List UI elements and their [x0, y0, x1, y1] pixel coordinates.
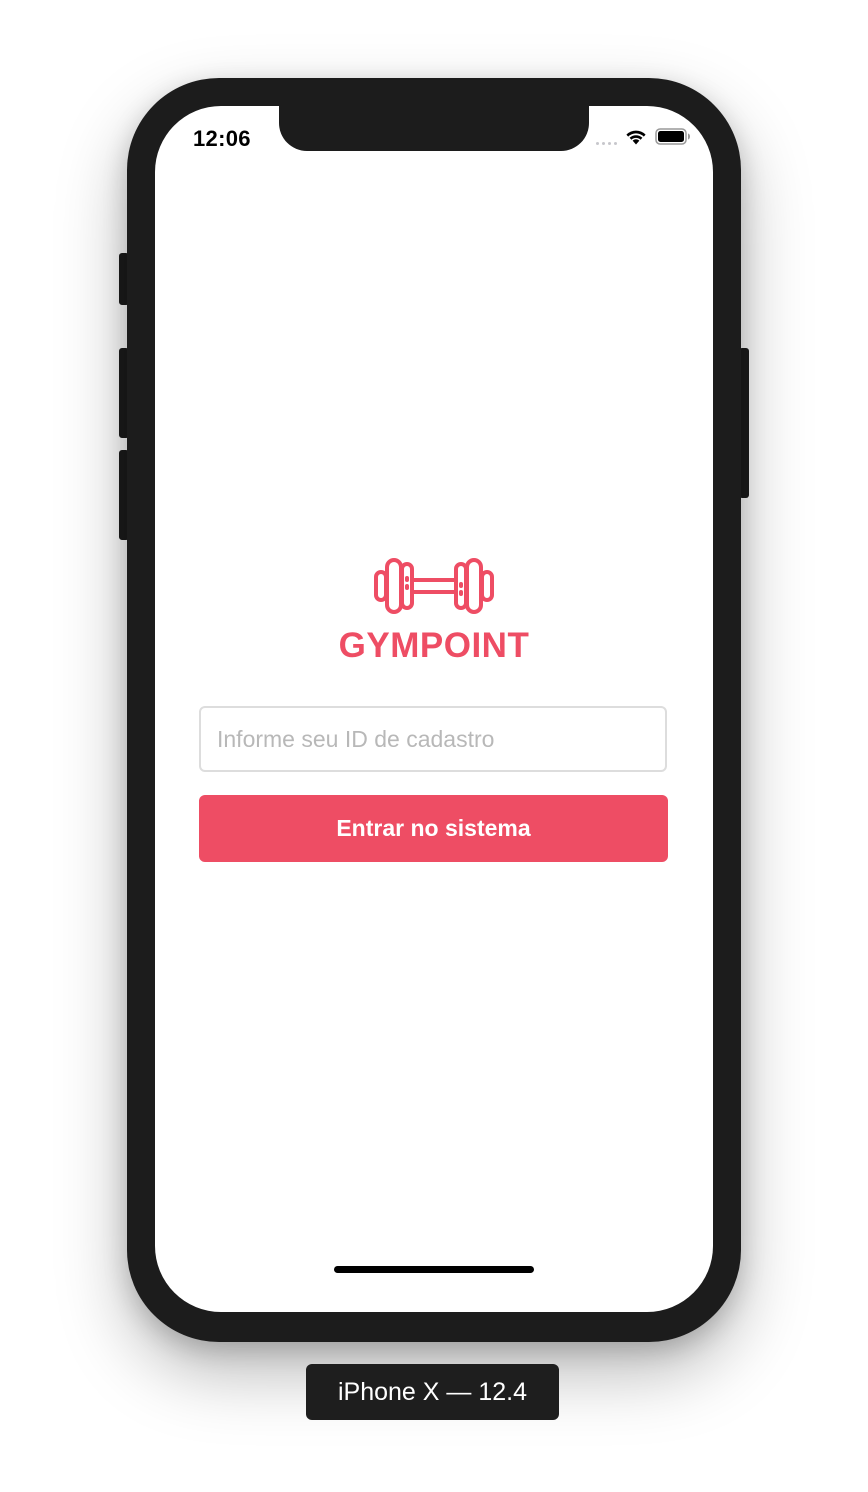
- simulator-stage: 12:06 GYMPOINT Informe seu ID de cadastr…: [0, 0, 868, 1492]
- phone-screen: 12:06 GYMPOINT Informe seu ID de cadastr…: [155, 106, 713, 1312]
- login-button[interactable]: Entrar no sistema: [199, 795, 668, 862]
- home-indicator[interactable]: [334, 1266, 534, 1273]
- status-time: 12:06: [193, 126, 251, 151]
- brand-name: GYMPOINT: [338, 626, 530, 665]
- status-icons: [596, 128, 691, 145]
- logo: GYMPOINT: [155, 554, 713, 666]
- id-input[interactable]: [199, 706, 667, 772]
- notch: [279, 106, 589, 151]
- signal-dots-icon: [596, 129, 617, 145]
- simulator-device-label: iPhone X — 12.4: [306, 1364, 559, 1420]
- iphone-frame: 12:06 GYMPOINT Informe seu ID de cadastr…: [127, 78, 741, 1342]
- dumbbell-icon: [374, 558, 494, 614]
- wifi-icon: [626, 130, 646, 145]
- battery-icon: [655, 128, 690, 145]
